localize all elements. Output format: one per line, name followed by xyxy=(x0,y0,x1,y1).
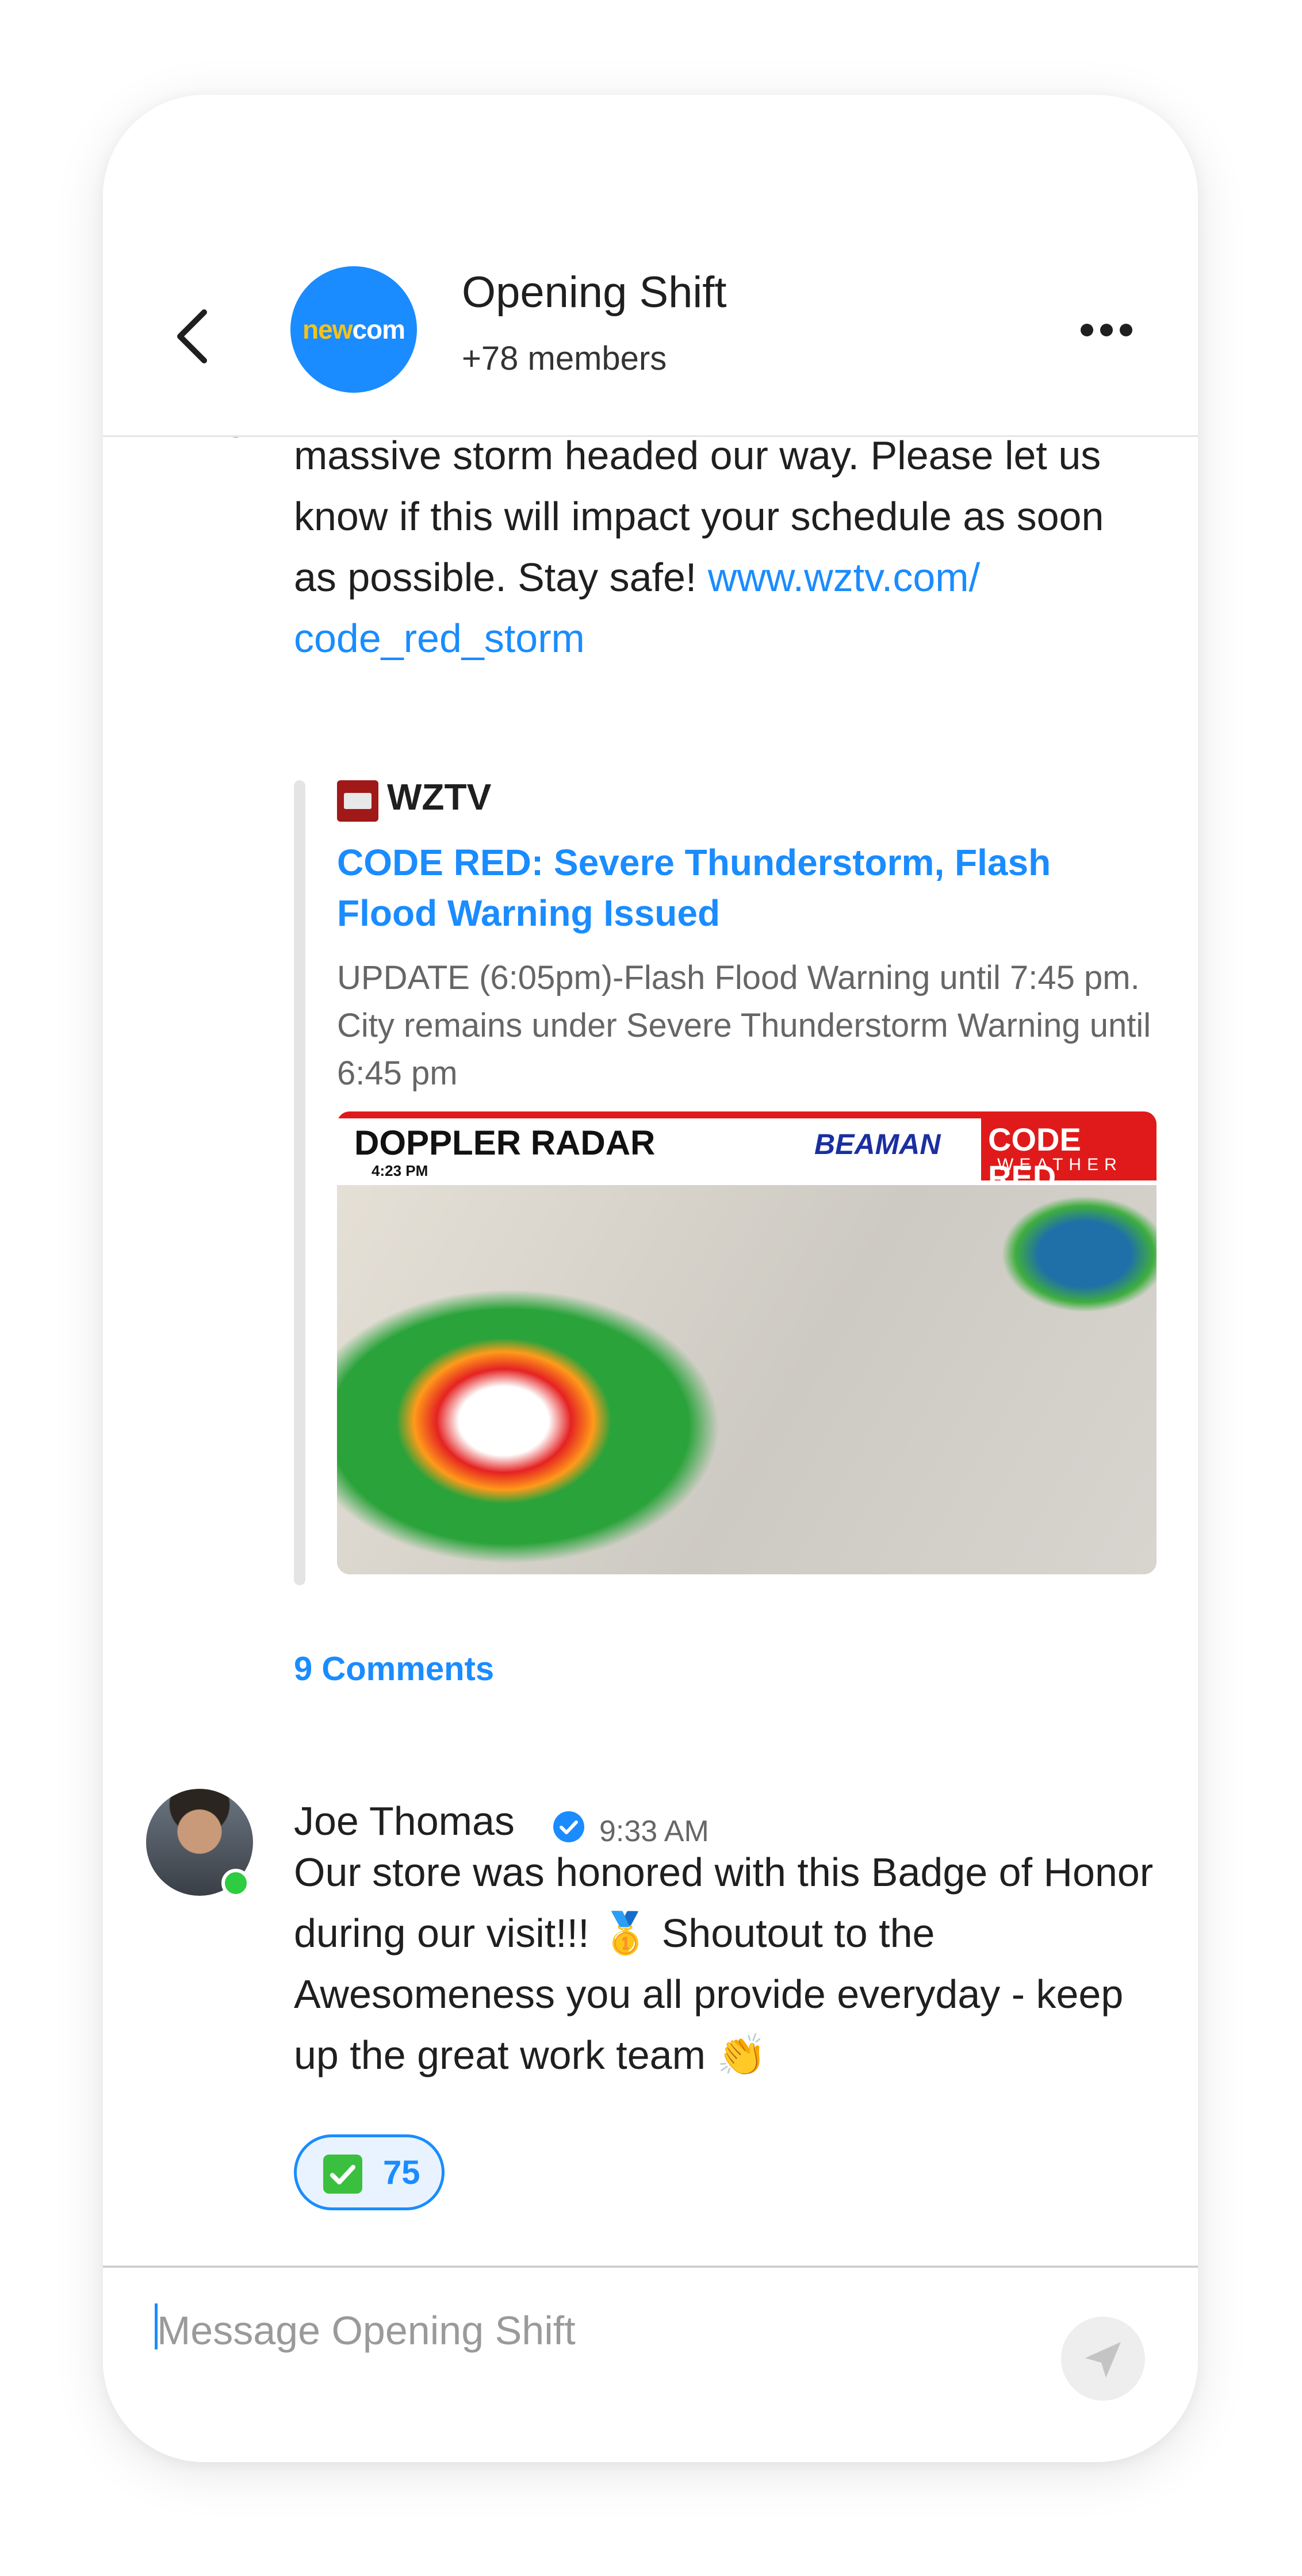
radar-banner-stripe xyxy=(337,1111,1157,1118)
radar-map xyxy=(337,1185,1157,1574)
send-icon xyxy=(1085,2342,1121,2378)
post-text: massive storm headed our way. Please let… xyxy=(294,433,1104,600)
message-feed[interactable]: massive storm headed our way. Please let… xyxy=(103,329,1198,2333)
source-favicon-icon xyxy=(337,780,378,822)
more-options-button[interactable] xyxy=(1075,312,1138,347)
author-name[interactable]: Joe Thomas xyxy=(294,1798,515,1844)
back-button[interactable] xyxy=(167,302,219,371)
link-preview[interactable]: WZTV CODE RED: Severe Thunderstorm, Flas… xyxy=(294,776,1157,1585)
reaction-count: 75 xyxy=(383,2154,420,2191)
member-count[interactable]: +78 members xyxy=(462,339,667,378)
reaction-chip[interactable]: 75 xyxy=(294,2134,445,2210)
comments-link[interactable]: 9 Comments xyxy=(294,1650,494,1688)
chevron-left-icon xyxy=(177,309,207,363)
group-logo[interactable]: new com xyxy=(290,266,417,393)
preview-source: WZTV xyxy=(387,776,492,818)
radar-brand: BEAMAN xyxy=(814,1128,941,1160)
check-mark-button-icon xyxy=(323,2155,362,2194)
preview-accent-bar xyxy=(294,780,305,1585)
post-text: Our store was honored with this Badge of… xyxy=(294,1850,1154,2077)
logo-text-new: new xyxy=(302,315,353,344)
logo-text-com: com xyxy=(352,315,405,344)
message-input[interactable] xyxy=(156,2301,963,2360)
message-composer xyxy=(103,2266,1198,2462)
post-body: massive storm headed our way. Please let… xyxy=(294,425,1157,669)
verified-badge-icon xyxy=(553,1811,584,1842)
send-button[interactable] xyxy=(1061,2317,1145,2401)
chat-header: new com Opening Shift +78 members xyxy=(103,95,1198,437)
online-indicator xyxy=(221,1869,250,1897)
group-title[interactable]: Opening Shift xyxy=(462,267,727,317)
preview-image[interactable]: DOPPLER RADAR 4:23 PM BEAMAN CODE RED WE… xyxy=(337,1111,1157,1574)
preview-description: UPDATE (6:05pm)-Flash Flood Warning unti… xyxy=(337,959,1151,1092)
radar-time: 4:23 PM xyxy=(372,1162,428,1179)
phone-frame: new com Opening Shift +78 members massive… xyxy=(103,95,1198,2462)
weather-text: WEATHER xyxy=(997,1155,1123,1174)
code-red-badge: CODE RED WEATHER xyxy=(981,1118,1157,1195)
radar-label: DOPPLER RADAR xyxy=(354,1124,656,1162)
preview-title[interactable]: CODE RED: Severe Thunderstorm, Flash Flo… xyxy=(337,837,1154,938)
